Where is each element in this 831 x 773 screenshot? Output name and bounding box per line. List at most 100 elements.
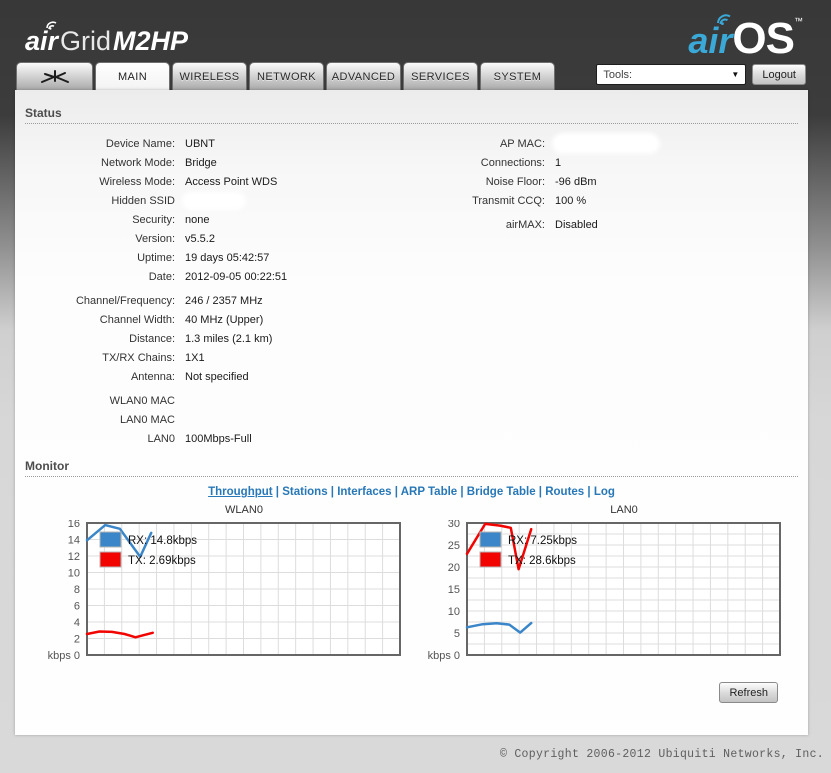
tab-services[interactable]: SERVICES: [403, 62, 478, 90]
svg-text:15: 15: [448, 584, 460, 596]
status-value: Not specified: [185, 370, 249, 383]
status-value: 1X1: [185, 351, 205, 364]
airgrid-logo-model: M2HP: [113, 26, 189, 56]
tools-dropdown[interactable]: Tools: ▼: [596, 64, 747, 85]
monitor-link-interfaces[interactable]: Interfaces: [337, 486, 391, 498]
status-value: -96 dBm: [555, 175, 597, 188]
status-value: none: [185, 213, 210, 226]
redacted-value-blob: [185, 194, 243, 207]
tab-main[interactable]: MAIN: [95, 62, 170, 90]
svg-text:25: 25: [448, 540, 460, 552]
chart-lan0: LAN0 5 10 15 20 25 30 kbps 0 RX: 7.25kbps TX: 28.…: [411, 504, 783, 670]
status-value: 246 / 2357 MHz: [185, 294, 263, 307]
tools-dropdown-value: Tools:: [603, 68, 633, 81]
logout-button[interactable]: Logout: [752, 64, 806, 85]
monitor-link-throughput[interactable]: Throughput: [208, 486, 273, 498]
refresh-button[interactable]: Refresh: [719, 682, 778, 703]
status-section-heading: Status: [25, 106, 798, 124]
page-header: air GridM2HP air OS™ MAIN WIRELESS NETWORK AD…: [0, 0, 831, 90]
svg-text:2: 2: [74, 634, 80, 646]
status-label: airMAX:: [505, 218, 545, 231]
airos-logo-air: air: [688, 14, 732, 61]
status-label: LAN0 MAC: [119, 413, 175, 426]
redacted-value-blob: [555, 136, 657, 151]
throughput-charts: WLAN0 2 4 6 8 10 12 14 16 kbps 0 RX: 14.8kbps TX: 2…: [31, 504, 808, 670]
status-columns: Device Name: UBNT Network Mode: Bridge Wirel…: [15, 124, 808, 453]
svg-text:TX: 28.6kbps: TX: 28.6kbps: [508, 555, 576, 567]
status-row: AP MAC:: [415, 134, 808, 153]
svg-text:20: 20: [448, 562, 460, 574]
status-value: Disabled: [555, 218, 598, 231]
status-label: LAN0: [147, 432, 175, 445]
status-row: Channel Width: 40 MHz (Upper): [15, 310, 415, 329]
status-value: 19 days 05:42:57: [185, 251, 270, 264]
status-row: Distance: 1.3 miles (2.1 km): [15, 329, 415, 348]
svg-text:10: 10: [68, 568, 80, 580]
status-row: Hidden SSID: [15, 191, 415, 210]
status-label: Network Mode:: [101, 156, 175, 169]
tab-system[interactable]: SYSTEM: [480, 62, 555, 90]
monitor-section-heading: Monitor: [25, 459, 798, 477]
link-separator: |: [391, 486, 401, 498]
status-value: 100 %: [555, 194, 587, 207]
status-row: Network Mode: Bridge: [15, 153, 415, 172]
monitor-link-routes[interactable]: Routes: [545, 486, 584, 498]
status-row: Connections: 1: [415, 153, 808, 172]
content-panel: Status Device Name: UBNT Network Mode: Brid…: [15, 90, 808, 735]
status-label: AP MAC:: [499, 137, 545, 150]
svg-text:5: 5: [454, 628, 460, 640]
chart-title: WLAN0: [225, 504, 263, 516]
monitor-link-log[interactable]: Log: [594, 486, 615, 498]
svg-text:10: 10: [448, 606, 460, 618]
status-label: Antenna:: [130, 370, 175, 383]
tab-wireless[interactable]: WIRELESS: [172, 62, 247, 90]
svg-text:kbps 0: kbps 0: [48, 650, 80, 662]
status-label: Transmit CCQ:: [472, 194, 545, 207]
refresh-row: Refresh: [15, 682, 778, 703]
status-label: Hidden SSID: [111, 194, 175, 207]
monitor-link-bridge-table[interactable]: Bridge Table: [467, 486, 536, 498]
svg-text:14: 14: [68, 535, 80, 547]
link-separator: |: [272, 486, 283, 498]
status-row: Transmit CCQ: 100 %: [415, 191, 808, 210]
status-label: Channel/Frequency:: [75, 294, 175, 307]
status-group: Channel/Frequency: 246 / 2357 MHz Channel …: [15, 291, 415, 386]
airos-logo-os: OS: [732, 14, 795, 63]
status-value: 1: [555, 156, 562, 169]
status-value: 2012-09-05 00:22:51: [185, 270, 288, 283]
status-value: UBNT: [185, 137, 215, 150]
wifi-arcs-icon: [717, 14, 731, 25]
link-separator: |: [327, 486, 338, 498]
status-label: Date:: [148, 270, 175, 283]
status-row: Device Name: UBNT: [15, 134, 415, 153]
status-value: 40 MHz (Upper): [185, 313, 264, 326]
tab-bar: MAIN WIRELESS NETWORK ADVANCED SERVICES SYSTE…: [16, 62, 555, 90]
status-row: Uptime: 19 days 05:42:57: [15, 248, 415, 267]
svg-text:12: 12: [68, 551, 80, 563]
status-row: Date: 2012-09-05 00:22:51: [15, 267, 415, 286]
status-row: airMAX: Disabled: [415, 215, 808, 234]
header-controls: Tools: ▼ Logout: [596, 64, 806, 85]
tab-device-logo[interactable]: [16, 62, 93, 90]
status-label: Channel Width:: [99, 313, 175, 326]
tab-advanced[interactable]: ADVANCED: [326, 62, 401, 90]
monitor-link-arp-table[interactable]: ARP Table: [401, 486, 457, 498]
status-value: Bridge: [185, 156, 217, 169]
status-label: Wireless Mode:: [99, 175, 175, 188]
chart-svg-lan0: 5 10 15 20 25 30 kbps 0 RX: 7.25kbps TX: 28.6kbp…: [428, 518, 781, 662]
status-row: WLAN0 MAC: [15, 391, 415, 410]
status-group: Device Name: UBNT Network Mode: Bridge Wirel…: [15, 134, 415, 286]
svg-text:kbps 0: kbps 0: [428, 650, 460, 662]
chevron-down-icon: ▼: [731, 70, 740, 79]
tab-network[interactable]: NETWORK: [249, 62, 324, 90]
status-row: LAN0 MAC: [15, 410, 415, 429]
status-row: Noise Floor: -96 dBm: [415, 172, 808, 191]
status-label: TX/RX Chains:: [102, 351, 175, 364]
status-row: LAN0 100Mbps-Full: [15, 429, 415, 448]
monitor-link-stations[interactable]: Stations: [282, 486, 327, 498]
svg-text:4: 4: [74, 617, 80, 629]
page-footer: © Copyright 2006-2012 Ubiquiti Networks,…: [0, 735, 831, 773]
airos-logo: air OS™: [688, 14, 803, 64]
svg-text:6: 6: [74, 601, 80, 613]
airgrid-logo: air GridM2HP: [25, 21, 189, 57]
